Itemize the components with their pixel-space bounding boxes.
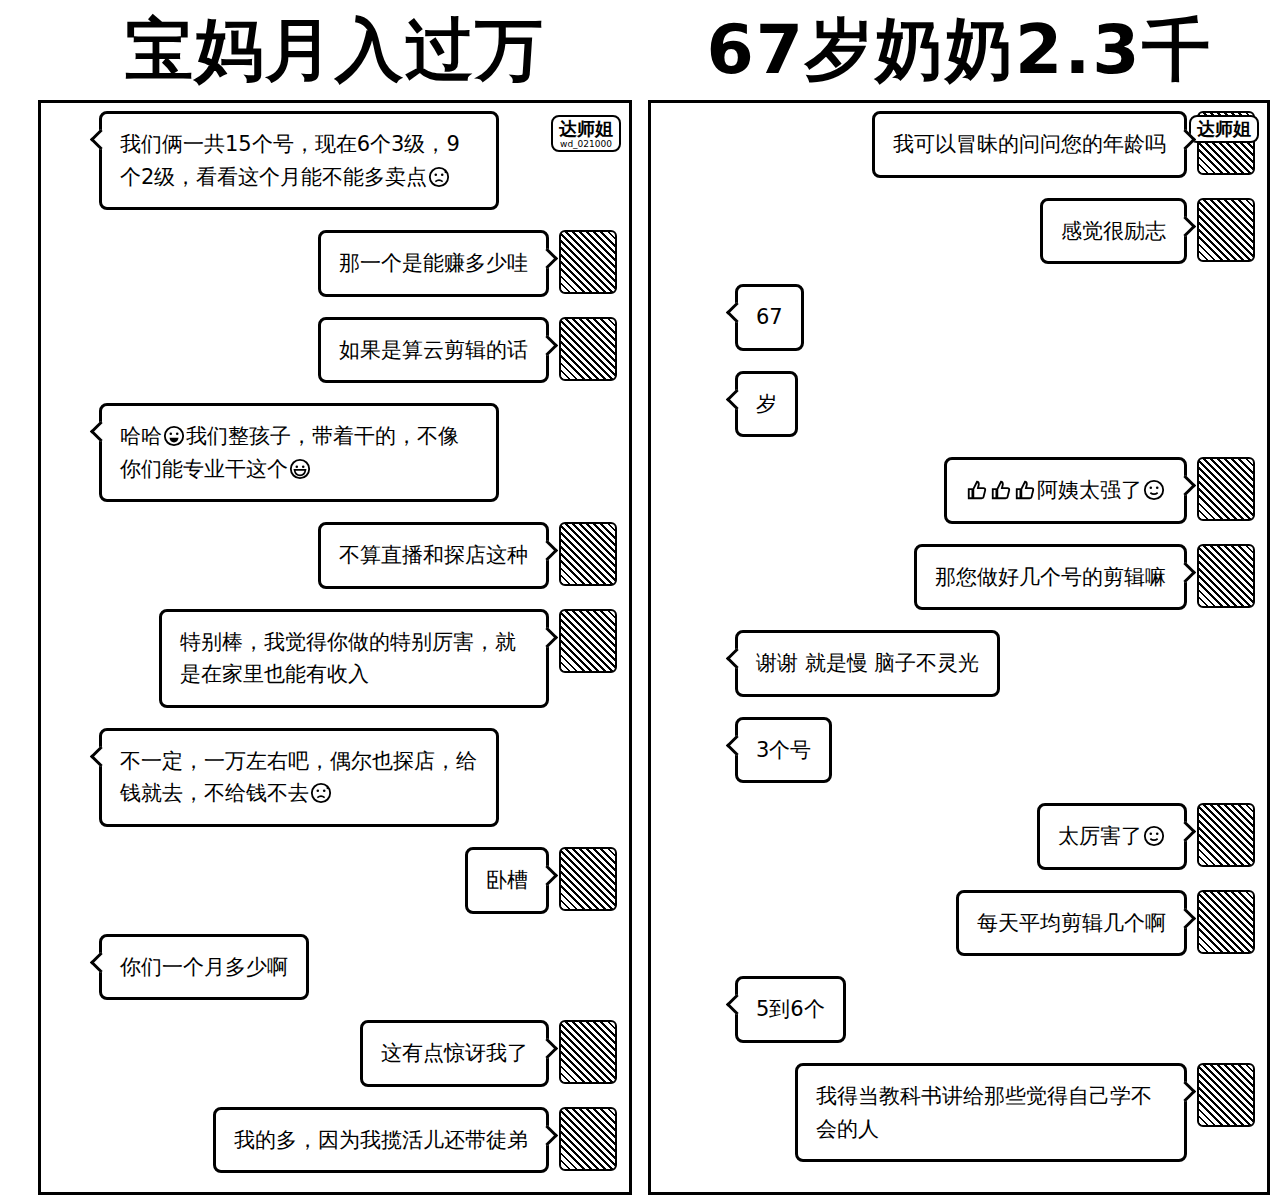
message-bubble: 特别棒，我觉得你做的特别厉害，就是在家里也能有收入 bbox=[159, 609, 549, 708]
message-bubble: 5到6个 bbox=[735, 976, 846, 1043]
message-row: 太厉害了 bbox=[735, 803, 1255, 870]
message-row: 我的多，因为我揽活儿还带徒弟 bbox=[99, 1107, 617, 1174]
message-row: 哈哈我们整孩子，带着干的，不像你们能专业干这个 bbox=[99, 403, 617, 502]
avatar[interactable] bbox=[1197, 890, 1255, 954]
message-row: 如果是算云剪辑的话 bbox=[99, 317, 617, 384]
message-row: 我得当教科书讲给那些觉得自己学不会的人 bbox=[735, 1063, 1255, 1162]
avatar[interactable] bbox=[559, 230, 617, 294]
page: 宝妈月入过万67岁奶奶2.3千达师姐wd_021000 我们俩一共15个号，现在6… bbox=[0, 0, 1280, 1203]
blush-face-icon bbox=[1143, 825, 1165, 847]
message-row: 谢谢 就是慢 脑子不灵光 bbox=[735, 630, 1255, 697]
avatar[interactable] bbox=[559, 609, 617, 673]
message-row: 这有点惊讶我了 bbox=[99, 1020, 617, 1087]
message-bubble: 我的多，因为我揽活儿还带徒弟 bbox=[213, 1107, 549, 1174]
message-row: 阿姨太强了 bbox=[735, 457, 1255, 524]
message-row: 我可以冒昧的问问您的年龄吗 bbox=[735, 111, 1255, 178]
thumbs-up-icon bbox=[990, 479, 1012, 501]
message-row: 岁 bbox=[735, 371, 1255, 438]
message-row: 我们俩一共15个号，现在6个3级，9个2级，看看这个月能不能多卖点 bbox=[99, 111, 617, 210]
message-bubble: 哈哈我们整孩子，带着干的，不像你们能专业干这个 bbox=[99, 403, 499, 502]
message-bubble: 你们一个月多少啊 bbox=[99, 934, 309, 1001]
message-bubble: 我得当教科书讲给那些觉得自己学不会的人 bbox=[795, 1063, 1187, 1162]
message-bubble: 67 bbox=[735, 284, 804, 351]
message-bubble: 那一个是能赚多少哇 bbox=[318, 230, 549, 297]
grin-face-icon bbox=[163, 425, 185, 447]
message-bubble: 这有点惊讶我了 bbox=[360, 1020, 549, 1087]
message-row: 你们一个月多少啊 bbox=[99, 934, 617, 1001]
message-bubble: 感觉很励志 bbox=[1040, 198, 1187, 265]
avatar[interactable] bbox=[559, 317, 617, 381]
badge: 达师姐 bbox=[1189, 115, 1259, 143]
message-row: 5到6个 bbox=[735, 976, 1255, 1043]
message-bubble: 每天平均剪辑几个啊 bbox=[956, 890, 1187, 957]
message-bubble: 谢谢 就是慢 脑子不灵光 bbox=[735, 630, 1000, 697]
message-bubble: 不一定，一万左右吧，偶尔也探店，给钱就去，不给钱不去 bbox=[99, 728, 499, 827]
avatar[interactable] bbox=[1197, 803, 1255, 867]
thumbs-up-icon bbox=[966, 479, 988, 501]
message-bubble: 那您做好几个号的剪辑嘛 bbox=[914, 544, 1187, 611]
badge: 达师姐wd_021000 bbox=[551, 115, 621, 152]
title: 宝妈月入过万 bbox=[38, 0, 632, 100]
message-bubble: 阿姨太强了 bbox=[944, 457, 1187, 524]
message-row: 特别棒，我觉得你做的特别厉害，就是在家里也能有收入 bbox=[99, 609, 617, 708]
avatar[interactable] bbox=[559, 847, 617, 911]
title: 67岁奶奶2.3千 bbox=[648, 0, 1270, 100]
avatar[interactable] bbox=[1197, 457, 1255, 521]
message-row: 67 bbox=[735, 284, 1255, 351]
chat-panel: 达师姐我可以冒昧的问问您的年龄吗感觉很励志 67 岁阿姨太强了那您做好几个号的剪辑嘛… bbox=[648, 100, 1270, 1195]
message-row: 3个号 bbox=[735, 717, 1255, 784]
message-bubble: 岁 bbox=[735, 371, 798, 438]
message-bubble: 太厉害了 bbox=[1037, 803, 1187, 870]
avatar[interactable] bbox=[559, 1107, 617, 1171]
message-row: 那一个是能赚多少哇 bbox=[99, 230, 617, 297]
message-bubble: 不算直播和探店这种 bbox=[318, 522, 549, 589]
laugh-face-icon bbox=[289, 458, 311, 480]
message-bubble: 我可以冒昧的问问您的年龄吗 bbox=[872, 111, 1187, 178]
avatar[interactable] bbox=[559, 522, 617, 586]
thumbs-up-icon bbox=[1014, 479, 1036, 501]
message-bubble: 3个号 bbox=[735, 717, 832, 784]
message-bubble: 卧槽 bbox=[465, 847, 549, 914]
message-row: 感觉很励志 bbox=[735, 198, 1255, 265]
avatar[interactable] bbox=[1197, 198, 1255, 262]
avatar[interactable] bbox=[1197, 1063, 1255, 1127]
sweat-face-icon bbox=[428, 166, 450, 188]
message-row: 每天平均剪辑几个啊 bbox=[735, 890, 1255, 957]
blush-face-icon bbox=[1143, 479, 1165, 501]
sweat-face-icon bbox=[310, 782, 332, 804]
avatar[interactable] bbox=[559, 1020, 617, 1084]
message-row: 不算直播和探店这种 bbox=[99, 522, 617, 589]
message-row: 那您做好几个号的剪辑嘛 bbox=[735, 544, 1255, 611]
avatar[interactable] bbox=[1197, 544, 1255, 608]
message-bubble: 我们俩一共15个号，现在6个3级，9个2级，看看这个月能不能多卖点 bbox=[99, 111, 499, 210]
message-row: 卧槽 bbox=[99, 847, 617, 914]
message-row: 不一定，一万左右吧，偶尔也探店，给钱就去，不给钱不去 bbox=[99, 728, 617, 827]
message-bubble: 如果是算云剪辑的话 bbox=[318, 317, 549, 384]
chat-panel: 达师姐wd_021000 我们俩一共15个号，现在6个3级，9个2级，看看这个月能… bbox=[38, 100, 632, 1195]
